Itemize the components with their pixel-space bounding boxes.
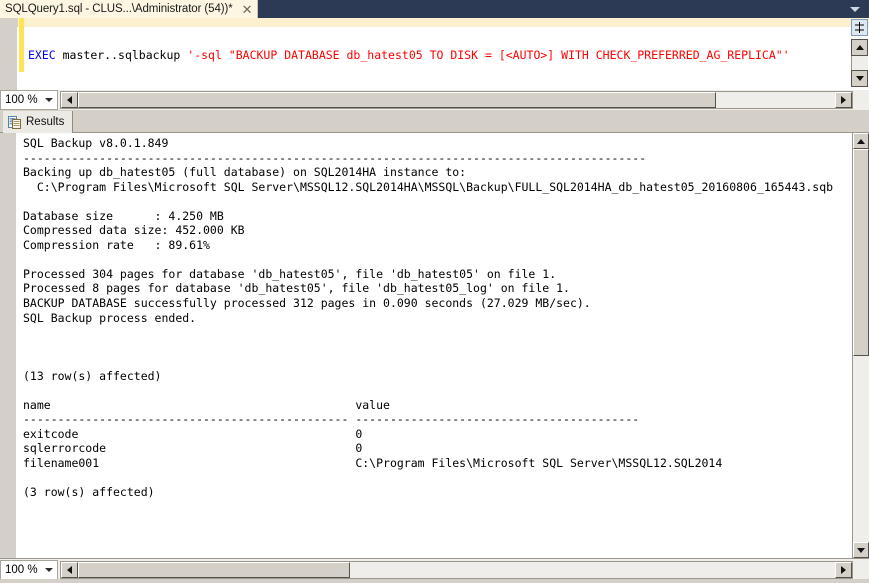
results-gutter — [0, 133, 17, 558]
results-vscroll-thumb[interactable] — [853, 149, 869, 356]
ssms-query-window: SQLQuery1.sql - CLUS...\Administrator (5… — [0, 0, 869, 583]
chevron-down-glyph — [850, 6, 860, 12]
results-hscrollbar[interactable] — [60, 561, 853, 579]
triangle-down-icon — [855, 76, 864, 81]
editor-scroll-up-button[interactable] — [851, 39, 868, 56]
results-scroll-up-button[interactable] — [853, 133, 869, 149]
triangle-right-icon — [841, 566, 846, 574]
sql-string-open: '-sql " — [187, 48, 236, 62]
editor-hscrollbar[interactable] — [60, 91, 853, 109]
results-vscrollbar[interactable] — [852, 133, 869, 558]
results-status-bar: 100 % — [0, 558, 869, 583]
document-tab-strip: SQLQuery1.sql - CLUS...\Administrator (5… — [0, 0, 869, 18]
triangle-down-icon — [857, 547, 865, 553]
editor-scroll-row: 100 % — [0, 90, 869, 110]
sql-procedure-name: master..sqlbackup — [55, 48, 188, 62]
chevron-down-glyph — [45, 568, 53, 572]
results-scroll-left-button[interactable] — [61, 562, 78, 578]
close-icon[interactable]: ✕ — [242, 3, 253, 16]
results-output-pane[interactable]: SQL Backup v8.0.1.849 ------------------… — [0, 133, 869, 558]
results-scroll-down-button[interactable] — [853, 542, 869, 558]
editor-top-highlight — [0, 18, 869, 27]
triangle-left-icon — [67, 96, 72, 104]
editor-hscroll-thumb[interactable] — [78, 92, 716, 108]
sql-code-line: EXEC master..sqlbackup '-sql "BACKUP DAT… — [28, 48, 790, 62]
triangle-up-icon — [855, 45, 864, 50]
chevron-down-glyph — [45, 98, 53, 102]
editor-gutter — [0, 18, 18, 90]
results-tab-strip: Results — [0, 110, 869, 133]
split-pane-icon — [855, 22, 864, 33]
results-zoom-combo[interactable]: 100 % — [0, 560, 58, 580]
tab-results[interactable]: Results — [3, 111, 74, 133]
editor-zoom-value: 100 % — [5, 94, 38, 106]
sql-keyword-exec: EXEC — [28, 48, 56, 62]
tab-results-label: Results — [26, 116, 65, 128]
document-tab-sqlquery1[interactable]: SQLQuery1.sql - CLUS...\Administrator (5… — [0, 0, 258, 18]
tab-strip-background — [244, 0, 869, 18]
chevron-down-icon[interactable] — [41, 91, 57, 109]
results-output-text: SQL Backup v8.0.1.849 ------------------… — [23, 136, 834, 500]
document-tab-label: SQLQuery1.sql - CLUS...\Administrator (5… — [5, 3, 233, 15]
results-grid-icon — [8, 115, 21, 129]
chevron-down-icon[interactable] — [41, 561, 57, 579]
sql-editor-pane[interactable]: EXEC master..sqlbackup '-sql "BACKUP DAT… — [0, 18, 869, 90]
scroll-left-button[interactable] — [61, 92, 78, 108]
triangle-left-icon — [67, 566, 72, 574]
window-bottom-edge — [0, 579, 869, 583]
triangle-up-icon — [857, 138, 865, 144]
unsaved-change-bar — [19, 18, 24, 72]
results-zoom-value: 100 % — [5, 564, 38, 576]
editor-zoom-combo[interactable]: 100 % — [0, 90, 58, 110]
split-pane-button[interactable] — [851, 19, 868, 36]
scroll-right-button[interactable] — [835, 92, 852, 108]
editor-vscroll-track[interactable] — [851, 56, 868, 70]
editor-gutter-top — [0, 18, 18, 27]
triangle-right-icon — [841, 96, 846, 104]
results-hscroll-thumb[interactable] — [78, 562, 350, 578]
sql-backup-statement: BACKUP DATABASE db_hatest05 TO DISK = [<… — [235, 48, 776, 62]
chevron-down-icon[interactable] — [845, 0, 865, 18]
editor-scroll-down-button[interactable] — [851, 70, 868, 87]
results-scroll-right-button[interactable] — [835, 562, 852, 578]
sql-string-close: "' — [775, 48, 790, 62]
